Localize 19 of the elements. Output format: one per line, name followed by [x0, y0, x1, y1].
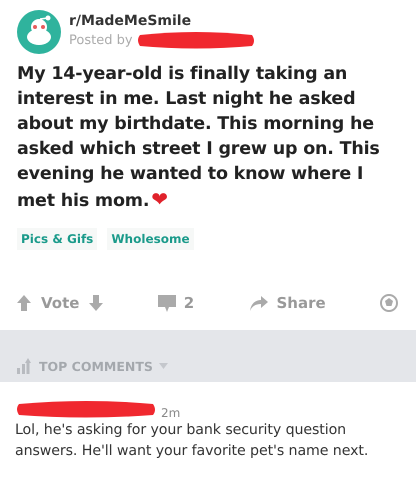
- downvote-icon[interactable]: [89, 295, 104, 311]
- subreddit-name[interactable]: r/MadeMeSmile: [69, 13, 256, 29]
- comment-icon: [158, 294, 176, 312]
- comments-button[interactable]: 2: [158, 294, 194, 312]
- comment-time: 2m: [161, 406, 180, 420]
- flair-tag[interactable]: Pics & Gifs: [17, 228, 98, 250]
- share-arrow-icon: [248, 295, 268, 311]
- flair-tag[interactable]: Wholesome: [107, 228, 194, 250]
- upvote-icon[interactable]: [17, 295, 31, 311]
- post-title: My 14-year-old is finally taking an interest in me. Last night he asked about my birthdate. This morning he asked which street I grew up on. This evening he wanted to know where I met his mom.❤: [17, 63, 381, 213]
- subreddit-avatar-icon: [17, 10, 61, 54]
- sort-comments-button[interactable]: TOP COMMENTS: [17, 358, 168, 374]
- dropdown-caret-icon: [158, 363, 168, 369]
- share-button[interactable]: Share: [248, 294, 326, 312]
- sort-icon: [17, 358, 33, 374]
- posted-by-label: Posted by: [69, 32, 133, 48]
- vote-label[interactable]: Vote: [41, 294, 80, 312]
- comment-text: Lol, he's asking for your bank security question answers. He'll want your favorite pet's name next.: [15, 421, 370, 461]
- award-icon[interactable]: [380, 294, 398, 312]
